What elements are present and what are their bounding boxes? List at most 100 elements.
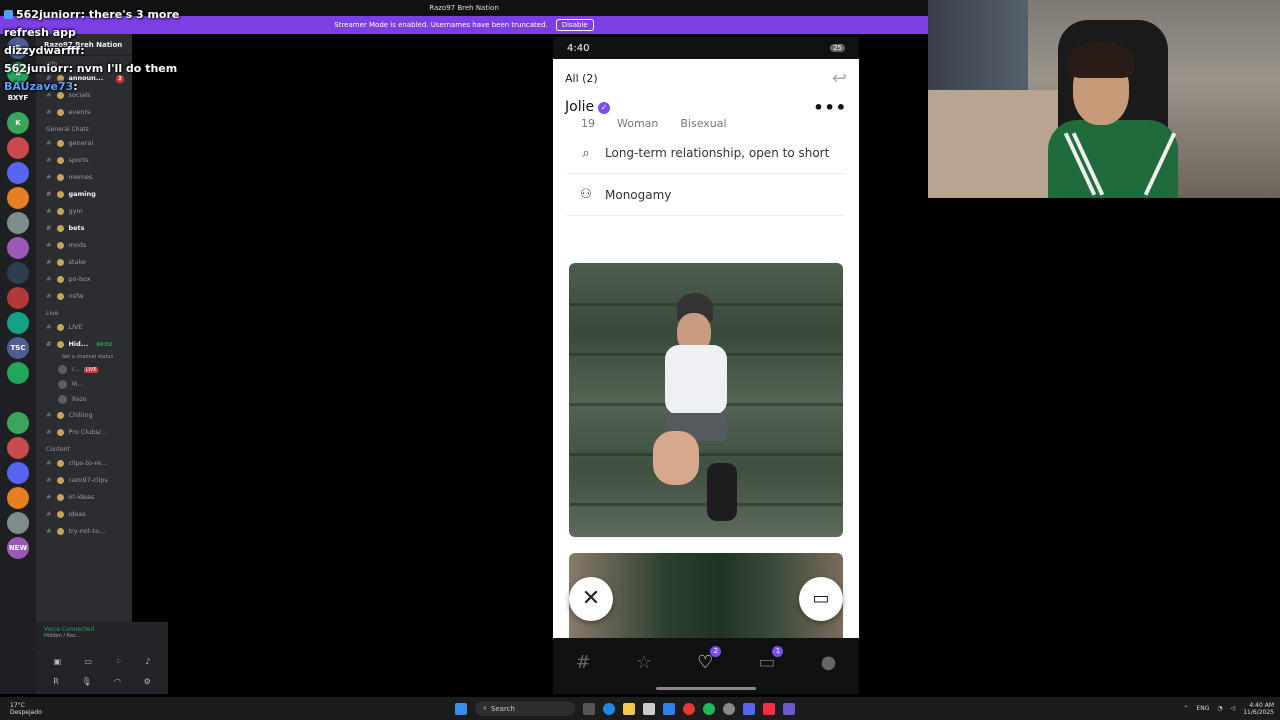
file-explorer-icon[interactable] bbox=[623, 702, 635, 715]
taskbar-search[interactable]: ⌕ Search bbox=[475, 701, 575, 716]
server-icon[interactable] bbox=[7, 187, 29, 209]
channel-item[interactable]: # general bbox=[36, 135, 132, 152]
hash-icon: # bbox=[46, 340, 52, 348]
obs-icon[interactable] bbox=[723, 702, 735, 715]
channel-item[interactable]: # bets bbox=[36, 220, 132, 237]
video-icon[interactable]: ▣ bbox=[54, 657, 62, 666]
profile-info-card: 19 Woman Bisexual ⌕ Long-term relationsh… bbox=[567, 117, 845, 216]
spotify-icon[interactable] bbox=[703, 702, 715, 715]
server-icon[interactable]: NEW bbox=[7, 537, 29, 559]
channel-emoji-icon bbox=[57, 108, 65, 116]
teams-icon[interactable] bbox=[783, 702, 795, 715]
voice-connected-label[interactable]: Voice Connected bbox=[44, 626, 160, 633]
server-icon[interactable] bbox=[7, 437, 29, 459]
mic-icon[interactable]: 🎙 bbox=[81, 677, 91, 686]
channel-emoji-icon bbox=[57, 139, 65, 147]
channel-item[interactable]: # Hid... 04:02 bbox=[36, 336, 132, 353]
channel-status[interactable]: Set a channel status bbox=[36, 353, 132, 362]
avatar bbox=[58, 365, 67, 374]
edge-icon[interactable] bbox=[603, 702, 615, 715]
weather-widget[interactable]: 17°C Despejado bbox=[0, 702, 60, 716]
server-icon[interactable] bbox=[7, 462, 29, 484]
language-indicator[interactable]: ENG bbox=[1196, 705, 1209, 712]
hash-icon: # bbox=[46, 459, 52, 467]
chats-nav-icon[interactable]: ▭ 1 bbox=[758, 645, 784, 673]
channel-item[interactable]: # po-box bbox=[36, 271, 132, 288]
task-view-icon[interactable] bbox=[583, 702, 595, 715]
channel-item[interactable]: # sports bbox=[36, 152, 132, 169]
all-likes-label[interactable]: All (2) bbox=[565, 72, 598, 85]
volume-icon[interactable]: ◁ bbox=[1231, 705, 1236, 712]
voice-user[interactable]: M... bbox=[36, 377, 132, 392]
voice-user[interactable]: Razo bbox=[36, 392, 132, 407]
soundboard-icon[interactable]: ♪ bbox=[145, 657, 150, 666]
profile-photo[interactable] bbox=[569, 263, 843, 537]
server-icon[interactable] bbox=[7, 312, 29, 334]
category-content[interactable]: Content bbox=[36, 441, 132, 455]
profile-nav-icon[interactable]: ● bbox=[821, 652, 837, 673]
category-live[interactable]: Live bbox=[36, 305, 132, 319]
server-icon[interactable] bbox=[7, 512, 29, 534]
channel-item[interactable]: # try-not-to... bbox=[36, 523, 132, 540]
channel-item[interactable]: # clips-to-re... bbox=[36, 455, 132, 472]
channel-item[interactable]: # Pro Clubs/... bbox=[36, 424, 132, 441]
user-avatar[interactable]: R bbox=[53, 677, 59, 686]
channel-emoji-icon bbox=[57, 323, 65, 331]
store-icon[interactable] bbox=[643, 702, 655, 715]
server-icon[interactable] bbox=[7, 362, 29, 384]
channel-label: irl-ideas bbox=[68, 493, 95, 501]
standouts-nav-icon[interactable]: ☆ bbox=[636, 652, 652, 673]
voice-user[interactable]: r... LIVE bbox=[36, 362, 132, 377]
music-icon[interactable] bbox=[763, 702, 775, 715]
taskbar-apps: ⌕ Search bbox=[455, 701, 795, 716]
channel-item[interactable]: # razo97-clips bbox=[36, 472, 132, 489]
more-options-icon[interactable]: ••• bbox=[813, 98, 847, 117]
pass-button[interactable]: ✕ bbox=[569, 577, 613, 621]
channel-item[interactable]: # irl-ideas bbox=[36, 489, 132, 506]
discord-icon[interactable] bbox=[743, 702, 755, 715]
channel-item[interactable]: # stake bbox=[36, 254, 132, 271]
channel-item[interactable]: # events bbox=[36, 104, 132, 121]
server-icon[interactable]: TSC bbox=[7, 337, 29, 359]
channel-label: po-box bbox=[68, 275, 91, 283]
server-icon[interactable] bbox=[7, 262, 29, 284]
server-icon[interactable]: K bbox=[7, 112, 29, 134]
category-general[interactable]: General Chats bbox=[36, 121, 132, 135]
server-icon[interactable] bbox=[7, 237, 29, 259]
chrome-icon[interactable] bbox=[683, 702, 695, 715]
channel-label: mods bbox=[68, 241, 87, 249]
mail-icon[interactable] bbox=[663, 702, 675, 715]
server-icon[interactable] bbox=[7, 487, 29, 509]
undo-icon[interactable]: ↩ bbox=[832, 68, 847, 89]
server-icon[interactable] bbox=[7, 162, 29, 184]
settings-gear-icon[interactable]: ⚙ bbox=[144, 677, 151, 686]
discover-nav-icon[interactable]: # bbox=[576, 652, 591, 673]
channel-item[interactable]: # Chilling bbox=[36, 407, 132, 424]
wifi-icon[interactable]: ◔ bbox=[1217, 705, 1222, 712]
server-icon[interactable] bbox=[7, 212, 29, 234]
channel-item[interactable]: # LIVE bbox=[36, 319, 132, 336]
channel-item[interactable]: # nsfw bbox=[36, 288, 132, 305]
server-icon[interactable] bbox=[7, 387, 29, 409]
server-icon[interactable] bbox=[7, 412, 29, 434]
message-button[interactable]: ▭ bbox=[799, 577, 843, 621]
server-icon[interactable] bbox=[7, 137, 29, 159]
activities-icon[interactable]: ⁘ bbox=[115, 657, 122, 666]
headphones-icon[interactable]: ◠ bbox=[114, 677, 121, 686]
channel-item[interactable]: # gaming bbox=[36, 186, 132, 203]
tray-expand-icon[interactable]: ⌃ bbox=[1183, 705, 1188, 712]
start-menu-icon[interactable] bbox=[455, 702, 467, 715]
channel-label: gym bbox=[68, 207, 83, 215]
likes-nav-icon[interactable]: ♡ 2 bbox=[697, 645, 722, 673]
likes-count-badge: 2 bbox=[710, 645, 722, 657]
channel-item[interactable]: # mods bbox=[36, 237, 132, 254]
channel-item[interactable]: # ideas bbox=[36, 506, 132, 523]
server-icon[interactable] bbox=[7, 287, 29, 309]
channel-item[interactable]: # gym bbox=[36, 203, 132, 220]
channel-item[interactable]: # memes bbox=[36, 169, 132, 186]
phone-mirror: 4:40 25 All (2) ↩ Jolie ✓ ••• 19 Woman Bi… bbox=[553, 37, 859, 694]
disable-streamer-mode-button[interactable]: Disable bbox=[555, 19, 594, 31]
clock[interactable]: 4:40 AM 11/6/2025 bbox=[1243, 702, 1274, 716]
chat-message: 562juniorr: nvm I'll do them bbox=[4, 62, 178, 75]
screen-share-icon[interactable]: ▭ bbox=[84, 657, 92, 666]
